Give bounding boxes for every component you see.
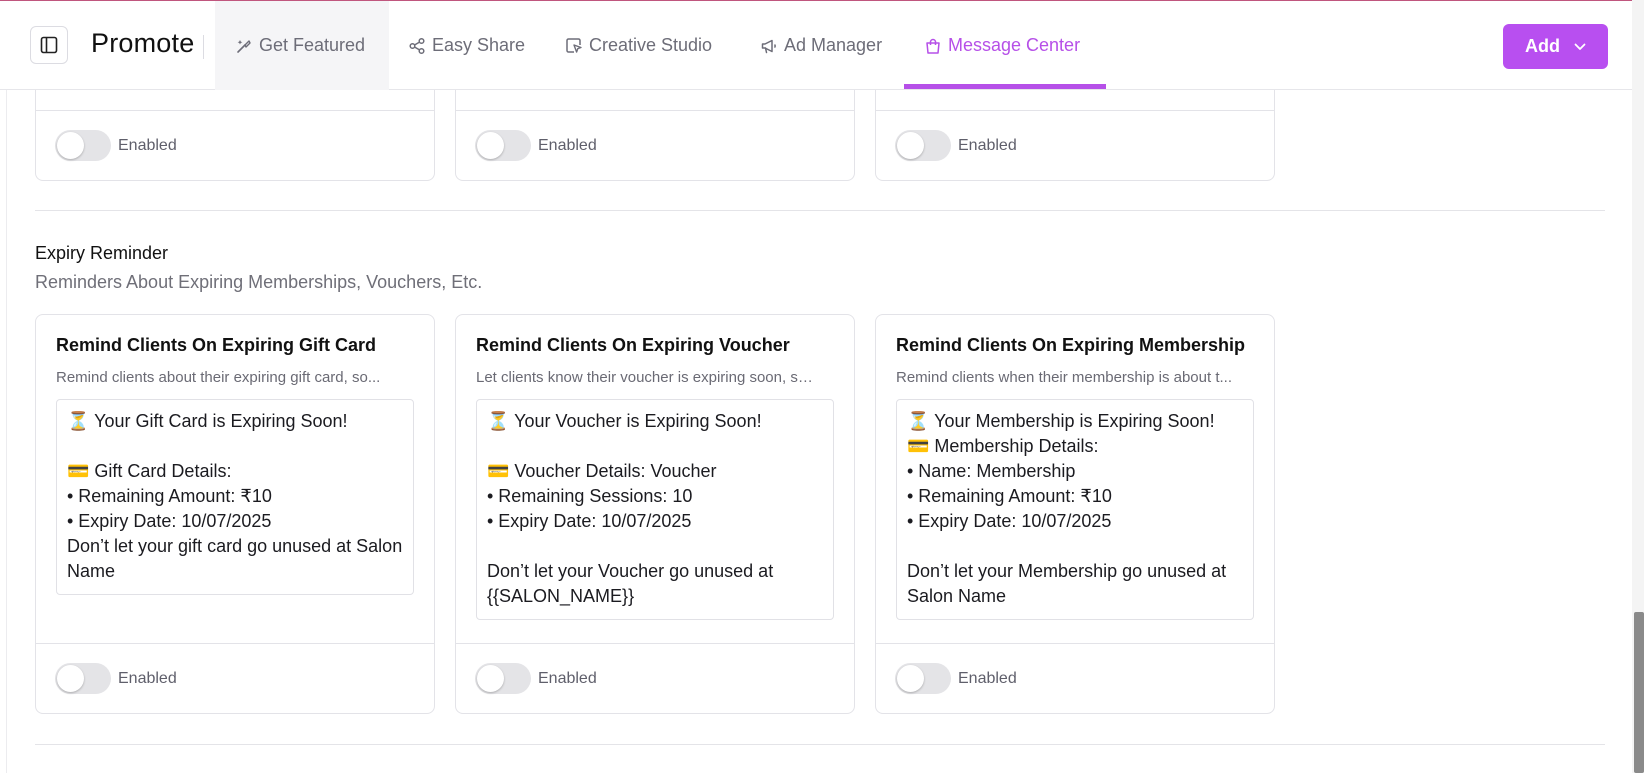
enabled-toggle[interactable] <box>475 663 531 694</box>
notification-card: Enabled <box>875 90 1275 181</box>
enabled-toggle[interactable] <box>475 130 531 161</box>
message-line: • Remaining Amount: ₹10 <box>67 486 272 506</box>
tab-label: Easy Share <box>432 35 526 55</box>
message-line: ⏳ Your Voucher is Expiring Soon! <box>487 411 762 431</box>
tab-label: Ad Manager <box>784 35 883 55</box>
section-divider <box>35 210 1605 211</box>
card-description: Let clients know their voucher is expiri… <box>476 369 818 386</box>
active-tab-indicator <box>904 84 1106 89</box>
card-footer: Enabled <box>456 643 854 713</box>
card-footer: Enabled <box>36 643 434 713</box>
notification-card: Enabled <box>35 90 435 181</box>
tab-ad-manager[interactable]: Ad Manager <box>760 1 882 90</box>
sparkle-pen-icon <box>237 39 251 53</box>
toggle-knob <box>477 132 504 159</box>
section-subtitle: Reminders About Expiring Memberships, Vo… <box>35 272 483 292</box>
message-line: 💳 Gift Card Details: <box>67 461 232 481</box>
header-bar: Promote Get Featured Easy Share Creative… <box>0 1 1632 90</box>
message-line: 💳 Membership Details: <box>907 436 1099 456</box>
message-line: Don’t let your gift card go unused at Sa… <box>67 536 403 581</box>
message-line: ⏳ Your Membership is Expiring Soon! <box>907 411 1215 431</box>
scrollbar-thumb[interactable] <box>1634 612 1644 773</box>
tab-creative-studio[interactable]: Creative Studio <box>565 1 712 90</box>
enabled-toggle[interactable] <box>55 663 111 694</box>
card-title: Remind Clients On Expiring Gift Card <box>56 335 377 355</box>
card-description: Remind clients about their expiring gift… <box>56 369 381 386</box>
card-title: Remind Clients On Expiring Voucher <box>476 335 790 355</box>
message-line <box>67 434 403 459</box>
card-footer: Enabled <box>876 643 1274 713</box>
add-button[interactable]: Add <box>1503 24 1608 69</box>
message-preview: ⏳ Your Voucher is Expiring Soon! 💳 Vouch… <box>476 399 834 620</box>
message-line: • Remaining Amount: ₹10 <box>907 486 1112 506</box>
message-line: Don’t let your Voucher go unused at {{SA… <box>487 561 774 606</box>
message-line: ⏳ Your Gift Card is Expiring Soon! <box>67 411 348 431</box>
message-line: • Name: Membership <box>907 461 1076 481</box>
chevron-down-icon <box>1574 43 1586 50</box>
toggle-knob <box>897 132 924 159</box>
page-title: Promote <box>91 28 195 58</box>
sidebar-toggle-button[interactable] <box>30 26 68 64</box>
section-title: Expiry Reminder <box>35 243 169 263</box>
card-title: Remind Clients On Expiring Membership <box>896 335 1246 355</box>
shopping-bag-icon <box>926 38 940 54</box>
share-icon <box>409 37 425 54</box>
content-left-border <box>6 90 7 773</box>
message-line: 💳 Voucher Details: Voucher <box>487 461 717 481</box>
tab-label: Message Center <box>948 35 1081 55</box>
title-divider <box>203 35 204 59</box>
toggle-knob <box>57 665 84 692</box>
message-line <box>907 534 1243 559</box>
message-line <box>487 434 823 459</box>
toggle-label: Enabled <box>538 136 597 154</box>
toggle-label: Enabled <box>958 669 1017 687</box>
tab-easy-share[interactable]: Easy Share <box>408 1 525 90</box>
add-button-label: Add <box>1525 36 1560 56</box>
toggle-label: Enabled <box>118 136 177 154</box>
tab-get-featured[interactable]: Get Featured <box>215 1 389 90</box>
gift-card-reminder-card[interactable]: Remind Clients On Expiring Gift Card Rem… <box>35 314 435 714</box>
enabled-toggle[interactable] <box>55 130 111 161</box>
message-line: • Expiry Date: 10/07/2025 <box>907 511 1112 531</box>
sidebar-icon <box>40 36 58 54</box>
message-preview: ⏳ Your Gift Card is Expiring Soon! 💳 Gif… <box>56 399 414 595</box>
enabled-toggle[interactable] <box>895 130 951 161</box>
card-footer: Enabled <box>36 110 434 180</box>
message-line: • Expiry Date: 10/07/2025 <box>67 511 272 531</box>
toggle-knob <box>897 665 924 692</box>
card-footer: Enabled <box>876 110 1274 180</box>
toggle-knob <box>477 665 504 692</box>
message-line: • Remaining Sessions: 10 <box>487 486 693 506</box>
toggle-label: Enabled <box>958 136 1017 154</box>
toggle-label: Enabled <box>538 669 597 687</box>
card-footer: Enabled <box>456 110 854 180</box>
section-divider <box>35 744 1605 745</box>
voucher-reminder-card[interactable]: Remind Clients On Expiring Voucher Let c… <box>455 314 855 714</box>
message-line: Don’t let your Membership go unused at S… <box>907 561 1227 606</box>
toggle-knob <box>57 132 84 159</box>
message-line: • Expiry Date: 10/07/2025 <box>487 511 692 531</box>
tab-label: Get Featured <box>259 35 366 55</box>
tab-message-center[interactable]: Message Center <box>924 1 1080 90</box>
message-line <box>487 534 823 559</box>
tab-label: Creative Studio <box>589 35 713 55</box>
card-description: Remind clients when their membership is … <box>896 369 1232 386</box>
design-cursor-icon <box>566 37 582 53</box>
membership-reminder-card[interactable]: Remind Clients On Expiring Membership Re… <box>875 314 1275 714</box>
megaphone-icon <box>761 39 776 53</box>
toggle-label: Enabled <box>118 669 177 687</box>
message-preview: ⏳ Your Membership is Expiring Soon! 💳 Me… <box>896 399 1254 620</box>
notification-card: Enabled <box>455 90 855 181</box>
enabled-toggle[interactable] <box>895 663 951 694</box>
